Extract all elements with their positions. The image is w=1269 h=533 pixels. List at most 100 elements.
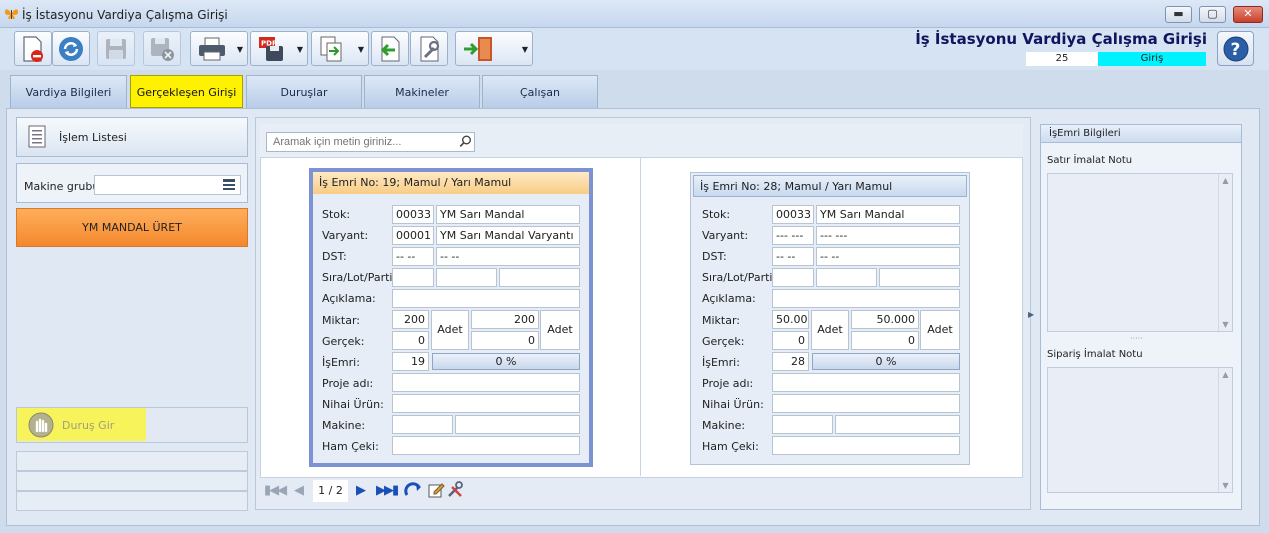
tab-gerceklesen-girisi[interactable]: Gerçekleşen Girişi xyxy=(130,75,243,108)
tab-calisan[interactable]: Çalışan xyxy=(482,75,598,108)
parti-field[interactable] xyxy=(879,268,960,287)
save-button[interactable] xyxy=(97,31,135,66)
nihai-label: Nihai Ürün: xyxy=(702,398,764,411)
nihai-field[interactable] xyxy=(772,394,960,413)
satir-notu-textarea[interactable]: ▲ ▼ xyxy=(1047,173,1233,332)
makine-code[interactable] xyxy=(392,415,453,434)
dst-name[interactable]: -- -- xyxy=(816,247,960,266)
dst-name[interactable]: -- -- xyxy=(436,247,580,266)
pdf-save-button[interactable]: PDF ▼ xyxy=(250,31,308,66)
sira-field[interactable] xyxy=(772,268,814,287)
page-indicator: 1 / 2 xyxy=(313,480,348,502)
ym-mandal-uret-button[interactable]: YM MANDAL ÜRET xyxy=(16,208,248,247)
sira-field[interactable] xyxy=(392,268,434,287)
islem-listesi-button[interactable]: İşlem Listesi xyxy=(16,117,248,157)
collapse-arrow-icon[interactable]: ▶ xyxy=(1028,310,1034,319)
varyant-code[interactable]: --- --- xyxy=(772,226,814,245)
makine-name[interactable] xyxy=(835,415,960,434)
left-stripe-2 xyxy=(16,471,248,491)
record-navigator xyxy=(260,478,1023,504)
lot-field[interactable] xyxy=(816,268,877,287)
aciklama-field[interactable] xyxy=(772,289,960,308)
stok-code[interactable]: 00033 xyxy=(772,205,814,224)
makine-grubu-field[interactable] xyxy=(94,175,241,195)
back-button[interactable] xyxy=(371,31,409,66)
gercek2-field[interactable]: 0 xyxy=(851,331,919,350)
unit-field[interactable]: Adet xyxy=(431,310,469,350)
unit-field[interactable]: Adet xyxy=(811,310,849,350)
varyant-label: Varyant: xyxy=(322,229,369,242)
edit-icon[interactable] xyxy=(427,481,445,502)
miktar-field[interactable]: 50.000 xyxy=(772,310,809,329)
miktar-field[interactable]: 200 xyxy=(392,310,429,329)
ham-label: Ham Çeki: xyxy=(702,440,759,453)
isemri-field[interactable]: 19 xyxy=(392,352,429,371)
makine-code[interactable] xyxy=(772,415,833,434)
maximize-button[interactable]: ▢ xyxy=(1199,6,1226,23)
print-button[interactable]: ▼ xyxy=(190,31,248,66)
help-icon: ? xyxy=(1223,36,1248,61)
redo-icon[interactable] xyxy=(403,481,423,502)
ham-field[interactable] xyxy=(392,436,580,455)
varyant-code[interactable]: 00001 xyxy=(392,226,434,245)
dst-code[interactable]: -- -- xyxy=(772,247,814,266)
close-button[interactable]: ✕ xyxy=(1233,6,1263,23)
varyant-name[interactable]: YM Sarı Mandal Varyantı xyxy=(436,226,580,245)
help-button[interactable]: ? xyxy=(1217,31,1254,66)
miktar-label: Miktar: xyxy=(322,314,361,327)
minimize-button[interactable]: ▬ xyxy=(1165,6,1192,23)
siparis-notu-textarea[interactable]: ▲ ▼ xyxy=(1047,367,1233,493)
stok-name[interactable]: YM Sarı Mandal xyxy=(816,205,960,224)
tab-makineler[interactable]: Makineler xyxy=(364,75,480,108)
last-page-icon[interactable]: ▶▶▮ xyxy=(376,483,399,498)
miktar2-field[interactable]: 200 xyxy=(471,310,539,329)
card-title: İş Emri No: 28; Mamul / Yarı Mamul xyxy=(693,175,967,197)
list-document-icon xyxy=(28,125,46,148)
refresh-button[interactable] xyxy=(52,31,90,66)
unit2-field[interactable]: Adet xyxy=(540,310,580,350)
tab-duruslar[interactable]: Duruşlar xyxy=(246,75,362,108)
new-document-button[interactable] xyxy=(14,31,52,66)
progress-bar: 0 % xyxy=(812,353,960,370)
satir-notu-label: Satır İmalat Notu xyxy=(1047,155,1133,166)
butterfly-icon xyxy=(4,7,19,24)
previous-page-icon[interactable]: ◀ xyxy=(294,483,304,498)
lot-field[interactable] xyxy=(436,268,497,287)
picker-icon[interactable] xyxy=(222,178,236,194)
scrollbar[interactable]: ▲ ▼ xyxy=(1218,174,1232,331)
stok-code[interactable]: 00033 xyxy=(392,205,434,224)
gercek-field[interactable]: 0 xyxy=(772,331,809,350)
proje-field[interactable] xyxy=(392,373,580,392)
nihai-field[interactable] xyxy=(392,394,580,413)
stok-label: Stok: xyxy=(322,208,351,221)
unit2-field[interactable]: Adet xyxy=(920,310,960,350)
proje-label: Proje adı: xyxy=(322,377,374,390)
parti-field[interactable] xyxy=(499,268,580,287)
stok-name[interactable]: YM Sarı Mandal xyxy=(436,205,580,224)
tools-icon[interactable] xyxy=(446,481,464,502)
makine-name[interactable] xyxy=(455,415,580,434)
dst-label: DST: xyxy=(702,250,727,263)
exit-button[interactable]: ▼ xyxy=(455,31,533,66)
isemri-field[interactable]: 28 xyxy=(772,352,809,371)
first-page-icon[interactable]: ▮◀◀ xyxy=(264,483,287,498)
settings-button[interactable] xyxy=(410,31,448,66)
tab-vardiya-bilgileri[interactable]: Vardiya Bilgileri xyxy=(10,75,127,108)
next-page-icon[interactable]: ▶ xyxy=(356,483,366,498)
new-document-icon xyxy=(23,35,43,62)
varyant-name[interactable]: --- --- xyxy=(816,226,960,245)
search-input[interactable] xyxy=(266,132,475,152)
dst-label: DST: xyxy=(322,250,347,263)
proje-field[interactable] xyxy=(772,373,960,392)
scrollbar[interactable]: ▲ ▼ xyxy=(1218,368,1232,492)
gercek2-field[interactable]: 0 xyxy=(471,331,539,350)
stok-label: Stok: xyxy=(702,208,731,221)
dst-code[interactable]: -- -- xyxy=(392,247,434,266)
ham-field[interactable] xyxy=(772,436,960,455)
splitter-handle[interactable]: ····· xyxy=(1130,334,1143,343)
aciklama-field[interactable] xyxy=(392,289,580,308)
export-button[interactable]: ▼ xyxy=(311,31,369,66)
gercek-field[interactable]: 0 xyxy=(392,331,429,350)
save-delete-button[interactable] xyxy=(143,31,181,66)
miktar2-field[interactable]: 50.000 xyxy=(851,310,919,329)
